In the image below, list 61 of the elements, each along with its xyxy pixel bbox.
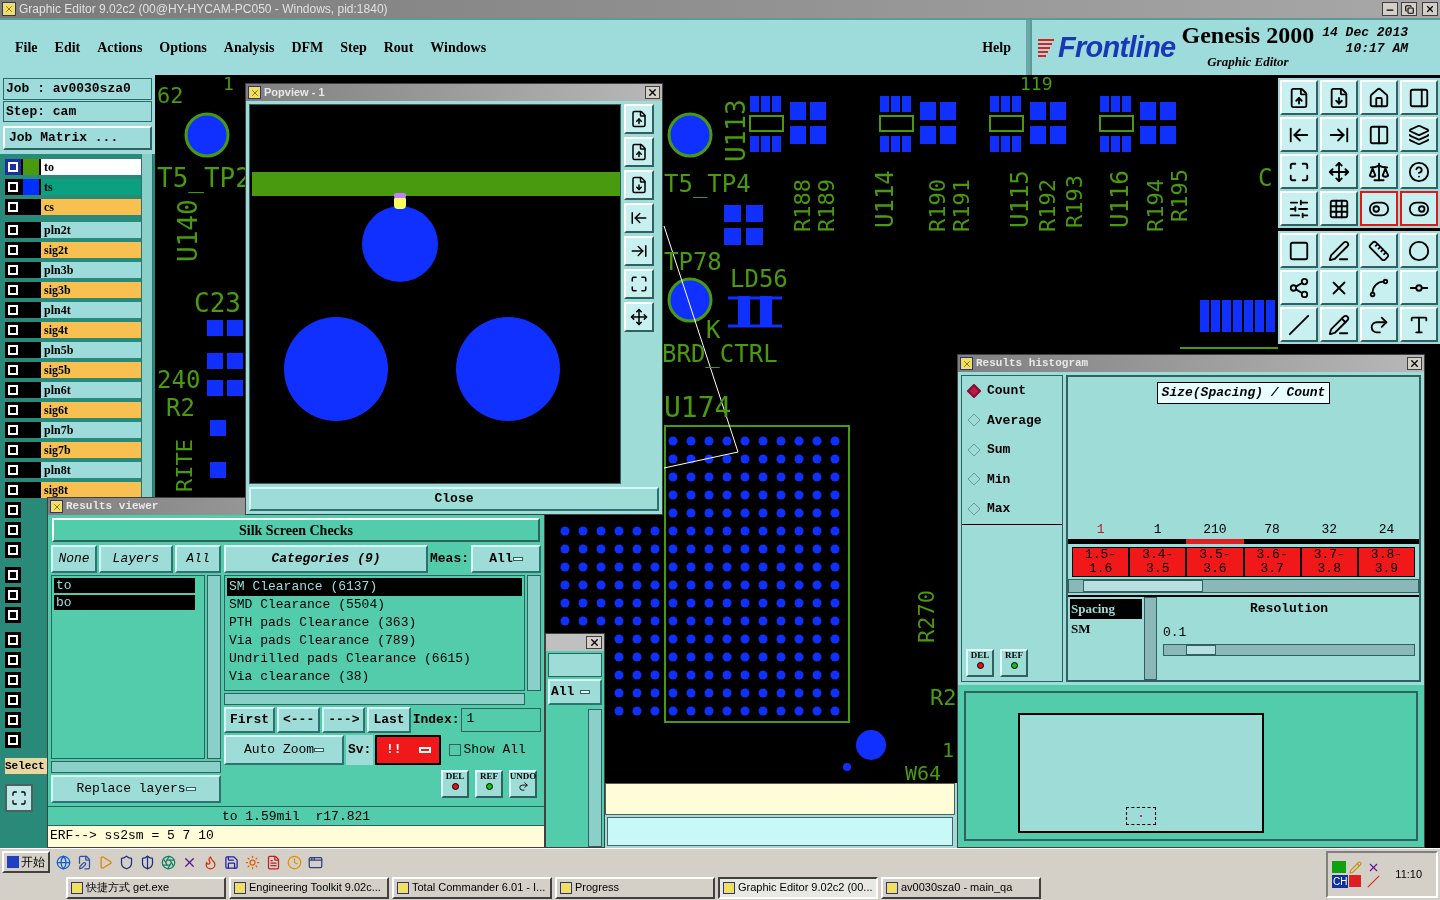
product-name: Genesis 2000 — [1181, 23, 1315, 48]
date-text: 14 Dec 2013 — [1322, 24, 1409, 41]
component-label: 1 — [223, 75, 234, 94]
bin-count: 78 — [1263, 520, 1281, 539]
component-label: U114 — [871, 170, 899, 228]
meas-label: Meas: — [430, 550, 469, 569]
panel-heading: Silk Screen Checks — [52, 518, 540, 542]
component-label: C — [1258, 164, 1273, 192]
product-subtitle: Graphic Editor — [1207, 53, 1289, 72]
component-label: R270 — [914, 590, 939, 643]
component-label: R191 — [949, 179, 974, 232]
window-title: Results histogram — [976, 356, 1090, 372]
component-label: R189 — [814, 179, 839, 232]
component-label: LD56 — [730, 265, 788, 293]
bin-count: 1 — [1095, 520, 1106, 539]
window-title: Results viewer — [66, 499, 160, 515]
bin-count: 32 — [1320, 520, 1339, 539]
resolution-value: 0.1 — [1163, 623, 1188, 642]
window-title: Popview - 1 — [264, 85, 326, 101]
component-label: R190 — [925, 179, 950, 232]
index-label: Index: — [412, 711, 460, 730]
component-label: 119 — [1020, 75, 1053, 94]
component-label: RITE — [172, 439, 197, 492]
erf-text: ERF--> ss2sm = 5 7 10 — [48, 825, 544, 847]
show-all-label: Show All — [463, 741, 526, 760]
job-field: Job : av0030sza0 — [3, 78, 152, 100]
clock: 11:10 — [1395, 867, 1423, 883]
component-label: R188 — [790, 179, 815, 232]
component-label: 62 — [157, 83, 184, 108]
component-label: K — [706, 316, 721, 344]
resolution-label: Resolution — [1250, 600, 1328, 618]
component-label: R193 — [1062, 175, 1087, 228]
component-label: U116 — [1106, 170, 1134, 228]
step-field: Step: cam — [3, 100, 152, 122]
component-label: C23 — [194, 288, 241, 318]
logo: Frontline — [1058, 29, 1176, 65]
component-label: U140 — [173, 199, 203, 262]
bin-count: 210 — [1202, 520, 1228, 539]
mode-label: Max — [987, 500, 1011, 518]
component-label: R2 — [930, 685, 957, 710]
bin-count: 1 — [1152, 520, 1163, 539]
bin-count: 24 — [1377, 520, 1396, 539]
window-title: Graphic Editor 9.02c2 (00@HY-HYCAM-PC050 - Windows, pid:1840) — [19, 1, 389, 18]
select-label: Select — [5, 757, 47, 774]
component-label: 240 — [157, 366, 201, 394]
mode-label: Min — [987, 470, 1011, 489]
chart-title: Size(Spacing) / Count — [1156, 382, 1331, 404]
mode-label: Count — [987, 382, 1026, 400]
component-label: R194 — [1143, 179, 1168, 232]
component-label: U115 — [1006, 170, 1034, 228]
time-text: 10:17 AM — [1345, 40, 1409, 57]
component-label: R2 — [166, 394, 195, 422]
component-label: R195 — [1167, 169, 1192, 222]
component-label: R192 — [1035, 179, 1060, 232]
component-label: T5_TP4 — [664, 170, 751, 198]
component-label: U113 — [721, 99, 751, 162]
component-label: W64 — [905, 761, 942, 783]
mode-label: Sum — [987, 441, 1011, 459]
sv-label: Sv: — [346, 735, 374, 765]
mode-label: Average — [987, 411, 1042, 430]
component-label: 1 — [942, 738, 955, 762]
